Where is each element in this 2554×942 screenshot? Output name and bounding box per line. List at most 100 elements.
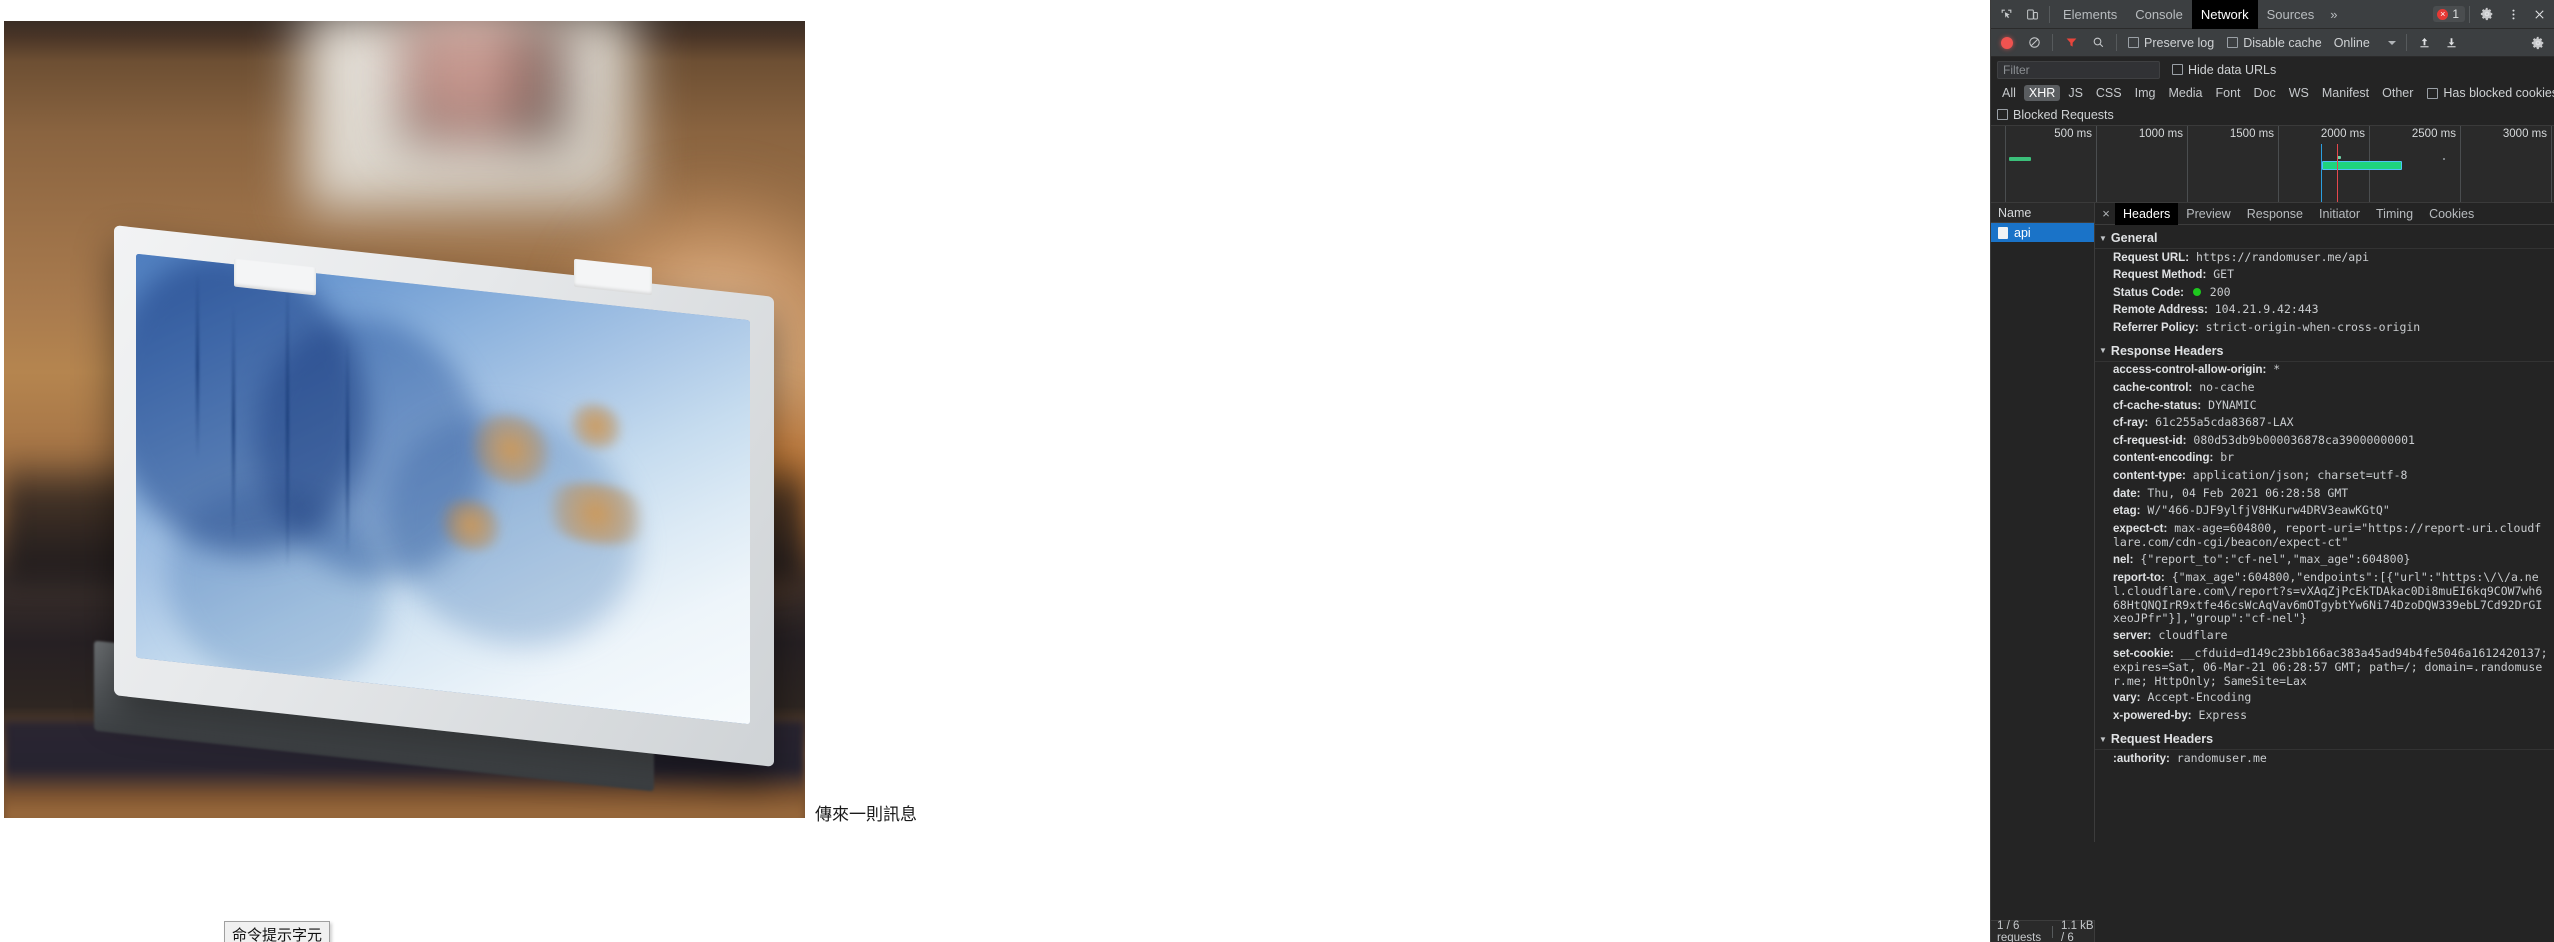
header-key: nel: [2113,554,2134,566]
tab-sources[interactable]: Sources [2258,0,2324,29]
disable-cache-checkbox[interactable]: Disable cache [2221,36,2328,50]
request-row-api[interactable]: api [1991,223,2094,242]
inspect-element-icon[interactable] [1993,2,2019,27]
header-value: application/json; charset=utf-8 [2192,468,2408,483]
preserve-log-checkbox[interactable]: Preserve log [2122,36,2220,50]
header-key: content-encoding: [2113,452,2214,465]
detail-tab-initiator[interactable]: Initiator [2311,203,2368,225]
preserve-log-label: Preserve log [2144,35,2215,50]
detail-tab-timing[interactable]: Timing [2368,203,2421,225]
preserve-log-box [2128,37,2139,48]
search-icon[interactable] [2085,30,2111,55]
request-detail-pane: × Headers Preview Response Initiator Tim… [2095,203,2554,842]
network-overview-timeline[interactable]: 500 ms 1000 ms 1500 ms 2000 ms 2500 ms 3… [1991,125,2554,203]
type-filter-xhr[interactable]: XHR [2023,85,2061,101]
header-row-cf-ray: cf-ray: 61c255a5cda83687-LAX [2095,415,2554,433]
record-icon[interactable] [1994,30,2020,55]
chevron-down-icon [2387,40,2396,45]
header-key: :authority: [2113,752,2170,765]
filter-input[interactable] [1997,60,2160,79]
network-toolbar: Preserve log Disable cache Online [1991,29,2554,57]
network-settings-gear-icon[interactable] [2525,30,2551,55]
laptop [94,225,794,792]
header-value: 61c255a5cda83687-LAX [2155,415,2294,430]
hide-data-urls-label: Hide data URLs [2188,62,2277,77]
error-count-badge[interactable]: × 1 [2433,6,2465,22]
hide-data-urls-box [2172,64,2183,75]
device-toolbar-icon[interactable] [2019,2,2045,27]
tab-network[interactable]: Network [2191,0,2258,29]
type-filter-css[interactable]: CSS [2091,85,2127,101]
request-row-name: api [2014,225,2031,240]
type-filter-ws[interactable]: WS [2284,85,2314,101]
overview-load-line [2337,144,2338,202]
taskbar-tooltip: 命令提示字元 [224,921,331,942]
section-request-headers[interactable]: ▼ Request Headers [2095,729,2554,751]
more-tabs-button[interactable]: » [2323,7,2344,22]
laptop-screen [136,253,750,725]
type-filter-other[interactable]: Other [2377,85,2418,101]
network-status-bar: 1 / 6 requests 1.1 kB / 6 [1991,920,2095,942]
header-value: cloudflare [2158,627,2228,642]
type-filter-media[interactable]: Media [2163,85,2207,101]
error-icon: × [2437,8,2449,20]
photo-wall-art [404,21,564,141]
filter-icon[interactable] [2058,30,2084,55]
throttle-select[interactable]: Online [2329,36,2401,50]
type-filter-font[interactable]: Font [2211,85,2246,101]
hide-data-urls-checkbox[interactable]: Hide data URLs [2166,63,2282,77]
header-row-expect-ct: expect-ct: max-age=604800, report-uri="h… [2095,520,2554,551]
more-options-icon[interactable] [2500,2,2526,27]
toolbar-divider [2049,5,2050,23]
header-key: vary: [2113,692,2141,705]
section-general[interactable]: ▼ General [2095,228,2554,249]
header-value: {"report_to":"cf-nel","max_age":604800} [2140,552,2411,566]
type-filter-js[interactable]: JS [2063,85,2088,101]
header-key: expect-ct: [2113,522,2168,535]
header-value: W/"466-DJF9ylfjV8HKurw4DRV3eawKGtQ" [2147,503,2390,518]
header-value: {"max_age":604800,"endpoints":[{"url":"h… [2113,569,2543,626]
tab-console[interactable]: Console [2126,0,2192,29]
overview-tick-500: 500 ms [2054,128,2092,140]
type-filter-img[interactable]: Img [2130,85,2161,101]
header-value: no-cache [2199,380,2255,395]
header-row-date: date: Thu, 04 Feb 2021 06:28:58 GMT [2095,485,2554,503]
has-blocked-cookies-checkbox[interactable]: Has blocked cookies [2421,86,2554,100]
header-key: Remote Address: [2113,304,2208,317]
type-filter-doc[interactable]: Doc [2249,85,2281,101]
close-detail-icon[interactable]: × [2097,206,2115,221]
close-icon[interactable] [2526,2,2552,27]
detail-tab-cookies[interactable]: Cookies [2421,203,2482,225]
header-value: strict-origin-when-cross-origin [2205,319,2421,334]
overview-tick-1500: 1500 ms [2229,128,2274,140]
type-filter-all[interactable]: All [1997,85,2021,101]
type-filter-manifest[interactable]: Manifest [2317,85,2374,101]
network-split: Name api × Headers Preview Response Init… [1991,203,2554,842]
clear-icon[interactable] [2021,30,2047,55]
header-value: br [2220,450,2235,465]
detail-tab-preview[interactable]: Preview [2178,203,2238,225]
header-value: max-age=604800, report-uri="https://repo… [2113,520,2542,550]
detail-tab-response[interactable]: Response [2239,203,2311,225]
page-caption: 傳來一則訊息 [815,805,917,825]
tab-elements[interactable]: Elements [2054,0,2126,29]
header-key: set-cookie: [2113,647,2174,660]
hero-photo [4,21,805,818]
request-list: Name api [1991,203,2095,842]
has-blocked-cookies-box [2427,87,2439,99]
detail-tab-headers[interactable]: Headers [2115,203,2179,225]
header-value: 104.21.9.42:443 [2214,302,2319,317]
header-row-content-encoding: content-encoding: br [2095,450,2554,468]
header-key: Status Code: [2113,286,2184,299]
header-key: server: [2113,629,2152,642]
blocked-requests-checkbox[interactable]: Blocked Requests [1997,108,2120,122]
import-har-icon[interactable] [2412,30,2438,55]
header-key: x-powered-by: [2113,709,2192,722]
header-value: 080d53db9b000036878ca39000000001 [2193,432,2415,447]
export-har-icon[interactable] [2439,30,2465,55]
request-list-header-name[interactable]: Name [1991,203,2094,223]
header-key: etag: [2113,505,2141,518]
section-response-headers[interactable]: ▼ Response Headers [2095,341,2554,362]
gear-icon[interactable] [2474,2,2500,27]
status-requests-count: 1 / 6 requests [1997,919,2042,942]
